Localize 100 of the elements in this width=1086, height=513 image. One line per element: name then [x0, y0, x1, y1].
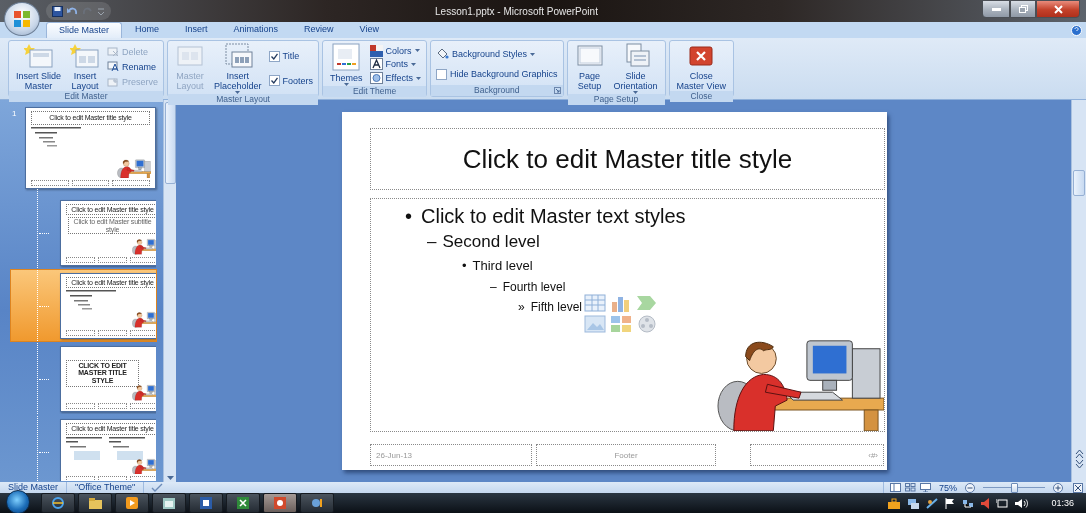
computer-user-drawing — [132, 456, 156, 474]
taskbar-button[interactable] — [152, 493, 186, 513]
close-button[interactable] — [1036, 0, 1080, 18]
bullet-text: Click to edit Master text styles — [421, 204, 686, 229]
dialog-launcher-icon[interactable] — [553, 87, 561, 94]
scroll-thumb[interactable] — [1073, 170, 1085, 196]
minimize-icon — [991, 7, 1001, 11]
ribbon-button[interactable]: Fonts — [369, 58, 421, 71]
close-icon — [1053, 4, 1063, 14]
color-swatch-icon — [369, 44, 383, 57]
bullet-marker: » — [518, 299, 525, 316]
checkbox-option[interactable]: Footers — [268, 74, 314, 88]
ribbon-tab[interactable]: Animations — [220, 21, 292, 38]
clip-art-icon[interactable] — [610, 315, 632, 333]
network-icon[interactable] — [907, 497, 920, 509]
media-player-icon — [126, 497, 138, 509]
footer-placeholder — [31, 180, 69, 186]
ribbon-button[interactable]: Themes — [328, 43, 365, 86]
network-icon[interactable] — [962, 497, 975, 509]
ribbon-tab[interactable]: Home — [122, 21, 173, 38]
office-button[interactable] — [4, 2, 40, 36]
checkbox[interactable] — [435, 68, 447, 80]
zoom-in-icon[interactable] — [1053, 482, 1063, 493]
computer-user-drawing — [132, 310, 156, 328]
ribbon-button[interactable]: Close Master View — [674, 43, 728, 91]
spell-check-icon[interactable] — [150, 483, 165, 492]
taskbar-button[interactable] — [226, 493, 260, 513]
taskbar-button[interactable] — [189, 493, 223, 513]
speaker-icon[interactable] — [981, 497, 990, 509]
window-icon — [163, 497, 175, 509]
checkbox[interactable] — [268, 75, 280, 87]
ribbon-button[interactable]: Insert Layout — [68, 43, 103, 91]
office-logo-icon — [13, 10, 31, 28]
page-arrows-icon[interactable] — [1074, 450, 1084, 468]
fit-to-window-icon[interactable] — [1073, 482, 1083, 493]
taskbar-button[interactable] — [78, 493, 112, 513]
bullet-text: Fifth level — [530, 299, 583, 316]
ribbon-button[interactable]: Insert Placeholder — [212, 43, 264, 94]
zoom-level: 75% — [939, 482, 957, 493]
title-placeholder[interactable]: Click to edit Master title style — [370, 128, 885, 190]
footer-placeholder — [98, 402, 127, 409]
taskbar-button[interactable] — [263, 493, 297, 513]
start-button[interactable] — [6, 490, 30, 513]
taskbar-button[interactable] — [300, 493, 334, 513]
ribbon-button[interactable]: Rename — [107, 60, 159, 74]
ribbon-tab[interactable]: Insert — [172, 21, 221, 38]
ribbon-tab[interactable]: Slide Master — [46, 22, 123, 38]
themes-icon — [331, 43, 362, 71]
restore-icon — [1018, 5, 1028, 13]
window-title: Lesson1.pptx - Microsoft PowerPoint — [434, 5, 599, 17]
flag-icon[interactable] — [945, 497, 956, 509]
footer-placeholder — [66, 402, 95, 409]
ribbon-tab[interactable]: View — [346, 21, 392, 38]
minimize-button[interactable] — [982, 0, 1010, 18]
placeholder-icon — [222, 43, 253, 69]
document-app-icon — [200, 497, 212, 509]
footer-placeholder — [98, 256, 127, 263]
checkbox-option[interactable]: Title — [268, 49, 314, 63]
footer-placeholder — [130, 402, 156, 409]
ribbon-button[interactable]: Colors — [369, 44, 421, 58]
browser-icon — [52, 497, 64, 509]
presentation-app-icon — [274, 497, 286, 509]
ribbon-button[interactable]: Page Setup — [572, 43, 607, 94]
restore-button[interactable] — [1010, 0, 1036, 18]
font-icon — [369, 58, 383, 71]
zoom-out-icon[interactable] — [965, 482, 975, 493]
checkbox[interactable] — [268, 50, 280, 62]
footer-placeholder — [66, 329, 95, 336]
new-slide-master-icon — [23, 43, 54, 69]
save-icon[interactable] — [52, 5, 63, 17]
scroll-thumb[interactable] — [164, 102, 176, 184]
bullet-marker: – — [427, 231, 437, 253]
folder-icon — [88, 497, 102, 509]
toolbox-icon[interactable] — [888, 497, 901, 509]
text-placeholder[interactable]: • Click to edit Master text styles – Second level • Third level – Fourth level » Fifth level — [370, 198, 885, 432]
footer-placeholder — [71, 180, 110, 186]
slider-thumb[interactable] — [1011, 482, 1018, 493]
normal-view-icon[interactable] — [890, 483, 901, 492]
slide-sorter-icon[interactable] — [905, 483, 916, 492]
ribbon-button[interactable]: Effects — [369, 71, 421, 85]
bullet-text: Second level — [442, 231, 540, 253]
checkbox-option[interactable]: Hide Background Graphics — [435, 67, 558, 81]
help-icon[interactable] — [1071, 25, 1082, 36]
taskbar-button[interactable] — [115, 493, 149, 513]
messenger-icon — [311, 497, 323, 509]
computer-user-drawing — [132, 237, 156, 255]
ribbon-button[interactable]: Slide Orientation — [611, 43, 660, 94]
clock: 01:36 — [1051, 498, 1074, 508]
layout-icon — [175, 43, 206, 69]
bullet-marker: • — [462, 257, 467, 275]
taskbar-button[interactable] — [41, 493, 75, 513]
ribbon-button[interactable]: Background Styles — [435, 47, 558, 61]
bullet-text: Third level — [472, 257, 533, 275]
volume-icon[interactable] — [1015, 497, 1029, 509]
ribbon-button[interactable]: Insert Slide Master — [14, 43, 64, 91]
ribbon-tab[interactable]: Review — [291, 21, 347, 38]
group-label: Edit Theme — [323, 86, 426, 97]
footer-placeholder — [130, 329, 156, 336]
slide-show-icon[interactable] — [920, 483, 931, 492]
slide-number: 1 — [12, 109, 18, 118]
